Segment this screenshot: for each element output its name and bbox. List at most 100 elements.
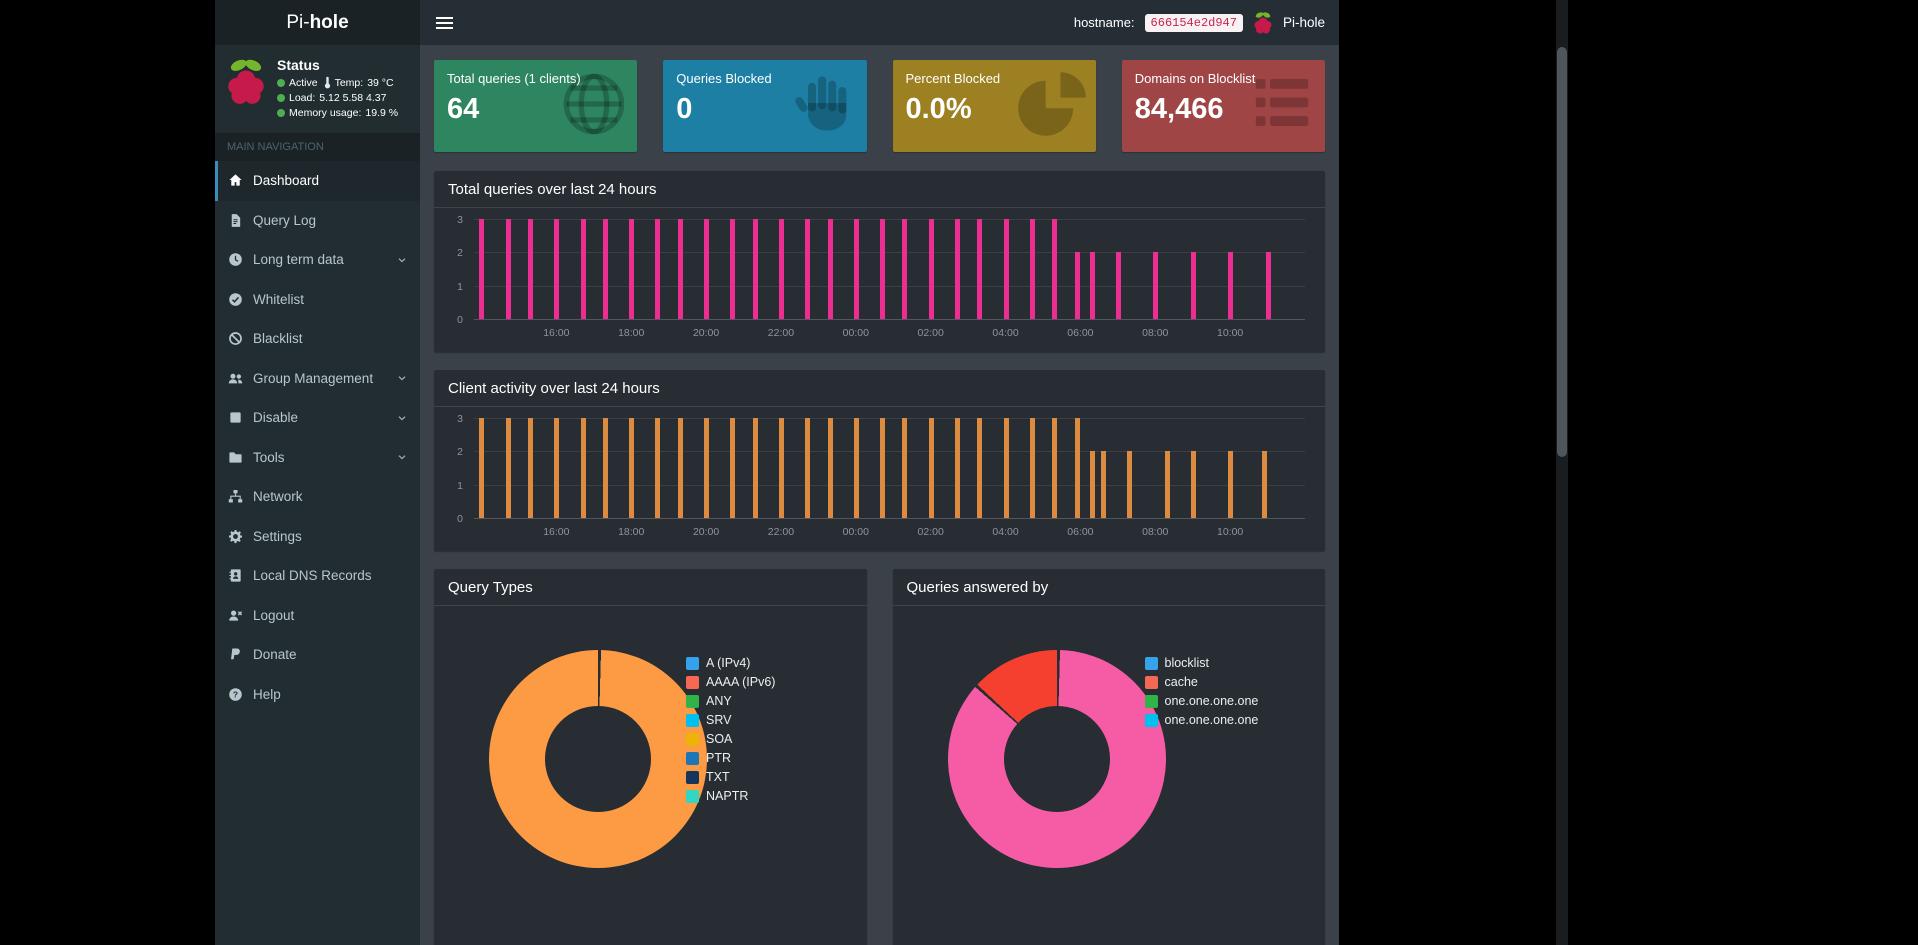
bar [655,219,661,319]
sidebar-item-group-management[interactable]: Group Management [215,359,420,399]
y-tick-label: 1 [457,479,463,492]
queries-over-time-chart[interactable]: 0 1 2 3 16:00 18:00 20:00 22:00 00:00 02:00 04:00… [446,214,1313,346]
legend-item[interactable]: AAAA (IPv6) [686,675,775,689]
legend-label: PTR [706,751,731,765]
legend-item[interactable]: one.one.one.one [1144,694,1259,708]
bar [479,219,485,319]
sidebar-item-label: Tools [253,449,285,465]
sidebar-item-logout[interactable]: Logout [215,596,420,636]
legend-swatch [686,789,699,803]
sidebar-item-label: Help [253,686,281,702]
bar [1190,451,1196,518]
status-memory-row: Memory usage: 19.9 % [277,107,398,119]
question-circle-icon: ? [227,686,244,702]
sidebar-item-local-dns-records[interactable]: Local DNS Records [215,556,420,596]
legend-item[interactable]: blocklist [1144,656,1259,670]
upstream-servers-donut-chart[interactable] [947,650,1166,868]
clock-icon [227,252,244,268]
y-tick-label: 2 [457,247,463,260]
bar [752,219,758,319]
x-tick-label: 22:00 [767,526,795,538]
legend-label: blocklist [1164,656,1209,670]
status-load-row: Load: 5.12 5.58 4.37 [277,92,398,104]
bar [902,418,908,518]
sidebar-item-tools[interactable]: Tools [215,438,420,478]
user-logout-icon [227,607,244,623]
sidebar-item-label: Dashboard [253,173,320,189]
bar [778,418,784,518]
load-values: 5.12 5.58 4.37 [319,92,387,104]
bar [778,219,784,319]
sidebar-item-label: Settings [253,528,302,544]
sidebar-item-donate[interactable]: Donate [215,635,420,675]
y-axis: 0 1 2 3 [446,214,468,326]
legend-item[interactable]: SRV [686,713,775,727]
sidebar-item-label: Donate [253,647,297,663]
bar [752,418,758,518]
legend-item[interactable]: ANY [686,694,775,708]
screen: Pi-hole hostname: 666154e2d947 Pi-hole S… [0,0,1918,945]
sidebar-item-settings[interactable]: Settings [215,517,420,557]
x-tick-label: 02:00 [917,526,944,538]
bar [954,418,960,518]
page-scrollbar-thumb[interactable] [1557,47,1567,457]
legend-swatch [686,732,699,746]
sidebar-item-dashboard[interactable]: Dashboard [215,161,420,201]
query-types-legend: A (IPv4) AAAA (IPv6) ANY SRV SOA PTR TXT NAPTR [686,656,775,808]
sidebar-item-query-log[interactable]: Query Log [215,201,420,241]
legend-item[interactable]: NAPTR [686,789,775,803]
y-tick-label: 2 [457,446,463,459]
page-scrollbar-track[interactable] [1556,0,1568,945]
sidebar-item-label: Logout [253,607,295,623]
bar [580,418,586,518]
sidebar-item-long-term-data[interactable]: Long term data [215,240,420,280]
sidebar-item-whitelist[interactable]: Whitelist [215,280,420,320]
legend-swatch [1144,713,1158,727]
sidebar-item-label: Disable [253,410,299,426]
bar [528,219,534,319]
legend-label: one.one.one.one [1164,694,1259,708]
bar [805,219,811,319]
load-label: Load: [289,92,316,104]
users-icon [227,370,244,386]
logo-link[interactable]: Pi-hole [215,0,420,45]
legend-item[interactable]: PTR [686,751,775,765]
sidebar-item-label: Local DNS Records [253,568,372,584]
stat-card-queries-blocked: Queries Blocked 0 [663,60,867,152]
sidebar-item-label: Whitelist [253,291,305,307]
sidebar-item-blacklist[interactable]: Blacklist [215,319,420,359]
stat-card-title: Percent Blocked [905,71,1001,86]
status-active-label: Active [289,76,318,89]
legend-label: A (IPv4) [706,656,751,670]
sidebar-item-label: Blacklist [253,331,303,347]
legend-item[interactable]: TXT [686,770,775,784]
bar [853,219,859,319]
sidebar-item-disable[interactable]: Disable [215,398,420,438]
legend-item[interactable]: SOA [686,732,775,746]
legend-swatch [686,675,699,689]
sidebar-item-help[interactable]: ? Help [215,675,420,715]
bar [730,418,736,518]
bar [880,418,885,518]
chevron-down-icon [396,372,408,384]
y-axis: 0 1 2 3 [446,413,468,525]
status-active-dot [277,78,285,87]
sidebar-toggle-button[interactable] [434,13,455,33]
query-types-donut-chart[interactable] [489,650,707,868]
client-activity-chart[interactable]: 0 1 2 3 16:00 18:00 20:00 22:00 00:00 02:00 04:00… [446,413,1313,545]
y-tick-label: 3 [457,214,463,226]
gridline [474,451,1305,453]
stat-card-value: 84,466 [1134,93,1224,125]
chevron-down-icon [396,451,408,463]
sidebar: Status Active Temp: 39 °C Load: 5.12 5.5… [215,45,420,945]
bar [928,219,934,319]
legend-item[interactable]: A (IPv4) [686,656,775,670]
legend-item[interactable]: one.one.one.one [1144,713,1258,727]
bar [655,418,661,518]
bar [1190,252,1196,319]
x-tick-label: 10:00 [1216,526,1244,538]
legend-item[interactable]: cache [1144,675,1259,689]
network-icon [227,489,244,505]
sidebar-item-network[interactable]: Network [215,477,420,517]
stat-card-value: 0.0% [905,93,972,125]
